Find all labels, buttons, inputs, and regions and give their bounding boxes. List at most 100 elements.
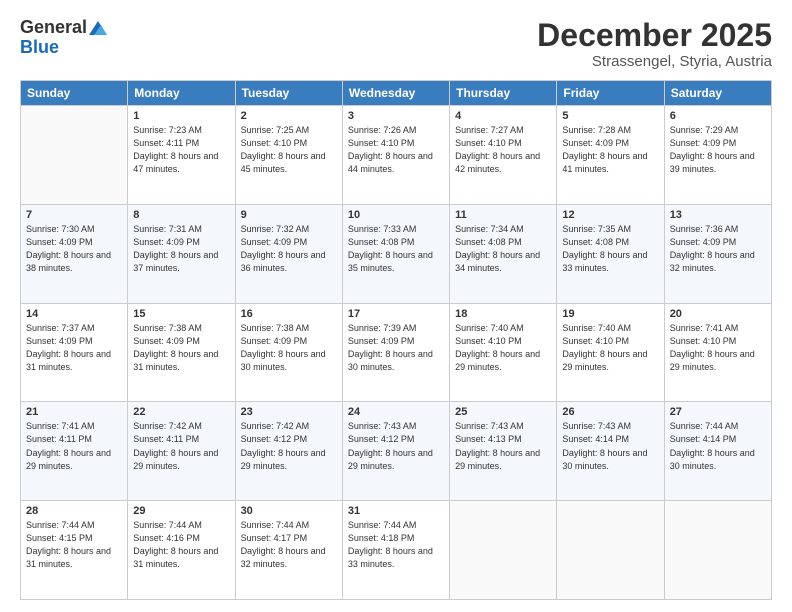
calendar-cell: 7Sunrise: 7:30 AMSunset: 4:09 PMDaylight… — [21, 204, 128, 303]
day-number: 17 — [348, 308, 444, 320]
day-number: 23 — [241, 406, 337, 418]
day-number: 12 — [562, 209, 658, 221]
day-number: 9 — [241, 209, 337, 221]
weekday-header-row: SundayMondayTuesdayWednesdayThursdayFrid… — [21, 81, 772, 106]
title-block: December 2025 Strassengel, Styria, Austr… — [537, 18, 772, 70]
day-info: Sunrise: 7:34 AMSunset: 4:08 PMDaylight:… — [455, 223, 551, 275]
calendar-cell: 13 Sunrise: 7:36 AMSunset: 4:09 PMDayligh… — [664, 204, 771, 303]
day-info: Sunrise: 7:32 AMSunset: 4:09 PMDaylight:… — [241, 223, 337, 275]
day-number: 6 — [670, 110, 766, 122]
calendar-table: SundayMondayTuesdayWednesdayThursdayFrid… — [20, 80, 772, 600]
day-info: Sunrise: 7:44 AMSunset: 4:18 PMDaylight:… — [348, 519, 444, 571]
day-info: Sunrise: 7:28 AMSunset: 4:09 PMDaylight:… — [562, 124, 658, 176]
calendar-cell: 15 Sunrise: 7:38 AMSunset: 4:09 PMDayligh… — [128, 303, 235, 402]
day-number: 21 — [26, 406, 122, 418]
day-info: Sunrise: 7:33 AMSunset: 4:08 PMDaylight:… — [348, 223, 444, 275]
calendar-cell: 18Sunrise: 7:40 AMSunset: 4:10 PMDayligh… — [450, 303, 557, 402]
calendar-cell: 1 Sunrise: 7:23 AMSunset: 4:11 PMDaylight… — [128, 106, 235, 205]
day-number: 10 — [348, 209, 444, 221]
day-info: Sunrise: 7:37 AMSunset: 4:09 PMDaylight:… — [26, 322, 122, 374]
day-info: Sunrise: 7:36 AMSunset: 4:09 PMDaylight:… — [670, 223, 766, 275]
day-number: 19 — [562, 308, 658, 320]
calendar-cell: 28 Sunrise: 7:44 AMSunset: 4:15 PMDayligh… — [21, 501, 128, 600]
weekday-header-sunday: Sunday — [21, 81, 128, 106]
calendar-cell: 20 Sunrise: 7:41 AMSunset: 4:10 PMDayligh… — [664, 303, 771, 402]
calendar-cell — [450, 501, 557, 600]
calendar-cell: 30Sunrise: 7:44 AMSunset: 4:17 PMDayligh… — [235, 501, 342, 600]
day-info: Sunrise: 7:44 AMSunset: 4:16 PMDaylight:… — [133, 519, 229, 571]
day-info: Sunrise: 7:23 AMSunset: 4:11 PMDaylight:… — [133, 124, 229, 176]
weekday-header-tuesday: Tuesday — [235, 81, 342, 106]
calendar-cell: 5 Sunrise: 7:28 AMSunset: 4:09 PMDaylight… — [557, 106, 664, 205]
weekday-header-wednesday: Wednesday — [342, 81, 449, 106]
day-number: 25 — [455, 406, 551, 418]
day-info: Sunrise: 7:42 AMSunset: 4:12 PMDaylight:… — [241, 420, 337, 472]
day-info: Sunrise: 7:44 AMSunset: 4:14 PMDaylight:… — [670, 420, 766, 472]
day-info: Sunrise: 7:27 AMSunset: 4:10 PMDaylight:… — [455, 124, 551, 176]
day-number: 20 — [670, 308, 766, 320]
calendar-cell: 4 Sunrise: 7:27 AMSunset: 4:10 PMDaylight… — [450, 106, 557, 205]
calendar-cell: 6 Sunrise: 7:29 AMSunset: 4:09 PMDaylight… — [664, 106, 771, 205]
logo-icon — [89, 21, 107, 35]
calendar-cell: 27Sunrise: 7:44 AMSunset: 4:14 PMDayligh… — [664, 402, 771, 501]
day-info: Sunrise: 7:41 AMSunset: 4:10 PMDaylight:… — [670, 322, 766, 374]
day-info: Sunrise: 7:26 AMSunset: 4:10 PMDaylight:… — [348, 124, 444, 176]
calendar-cell — [21, 106, 128, 205]
calendar-cell: 19 Sunrise: 7:40 AMSunset: 4:10 PMDayligh… — [557, 303, 664, 402]
weekday-header-thursday: Thursday — [450, 81, 557, 106]
logo-blue-text: Blue — [20, 38, 107, 58]
day-number: 8 — [133, 209, 229, 221]
day-info: Sunrise: 7:39 AMSunset: 4:09 PMDaylight:… — [348, 322, 444, 374]
calendar-cell: 17 Sunrise: 7:39 AMSunset: 4:09 PMDayligh… — [342, 303, 449, 402]
day-info: Sunrise: 7:43 AMSunset: 4:14 PMDaylight:… — [562, 420, 658, 472]
day-info: Sunrise: 7:44 AMSunset: 4:15 PMDaylight:… — [26, 519, 122, 571]
day-info: Sunrise: 7:40 AMSunset: 4:10 PMDaylight:… — [562, 322, 658, 374]
day-number: 28 — [26, 505, 122, 517]
calendar-cell: 26 Sunrise: 7:43 AMSunset: 4:14 PMDayligh… — [557, 402, 664, 501]
day-number: 4 — [455, 110, 551, 122]
day-info: Sunrise: 7:31 AMSunset: 4:09 PMDaylight:… — [133, 223, 229, 275]
day-info: Sunrise: 7:40 AMSunset: 4:10 PMDaylight:… — [455, 322, 551, 374]
week-row-4: 21 Sunrise: 7:41 AMSunset: 4:11 PMDayligh… — [21, 402, 772, 501]
day-number: 5 — [562, 110, 658, 122]
day-number: 15 — [133, 308, 229, 320]
logo-general-text: General — [20, 18, 87, 38]
day-number: 3 — [348, 110, 444, 122]
day-number: 29 — [133, 505, 229, 517]
calendar-cell: 2Sunrise: 7:25 AMSunset: 4:10 PMDaylight… — [235, 106, 342, 205]
day-number: 26 — [562, 406, 658, 418]
day-number: 13 — [670, 209, 766, 221]
day-info: Sunrise: 7:42 AMSunset: 4:11 PMDaylight:… — [133, 420, 229, 472]
day-number: 22 — [133, 406, 229, 418]
day-info: Sunrise: 7:41 AMSunset: 4:11 PMDaylight:… — [26, 420, 122, 472]
calendar-cell: 29 Sunrise: 7:44 AMSunset: 4:16 PMDayligh… — [128, 501, 235, 600]
calendar-cell: 8 Sunrise: 7:31 AMSunset: 4:09 PMDaylight… — [128, 204, 235, 303]
week-row-1: 1 Sunrise: 7:23 AMSunset: 4:11 PMDaylight… — [21, 106, 772, 205]
header: General Blue December 2025 Strassengel, … — [20, 18, 772, 70]
day-number: 31 — [348, 505, 444, 517]
day-info: Sunrise: 7:30 AMSunset: 4:09 PMDaylight:… — [26, 223, 122, 275]
day-number: 16 — [241, 308, 337, 320]
day-info: Sunrise: 7:38 AMSunset: 4:09 PMDaylight:… — [133, 322, 229, 374]
day-number: 11 — [455, 209, 551, 221]
day-number: 24 — [348, 406, 444, 418]
day-number: 1 — [133, 110, 229, 122]
week-row-5: 28 Sunrise: 7:44 AMSunset: 4:15 PMDayligh… — [21, 501, 772, 600]
weekday-header-friday: Friday — [557, 81, 664, 106]
calendar-cell: 12 Sunrise: 7:35 AMSunset: 4:08 PMDayligh… — [557, 204, 664, 303]
calendar-cell: 11 Sunrise: 7:34 AMSunset: 4:08 PMDayligh… — [450, 204, 557, 303]
day-info: Sunrise: 7:44 AMSunset: 4:17 PMDaylight:… — [241, 519, 337, 571]
location: Strassengel, Styria, Austria — [537, 53, 772, 70]
day-info: Sunrise: 7:43 AMSunset: 4:12 PMDaylight:… — [348, 420, 444, 472]
calendar-cell: 14 Sunrise: 7:37 AMSunset: 4:09 PMDayligh… — [21, 303, 128, 402]
day-info: Sunrise: 7:38 AMSunset: 4:09 PMDaylight:… — [241, 322, 337, 374]
day-number: 14 — [26, 308, 122, 320]
weekday-header-monday: Monday — [128, 81, 235, 106]
day-info: Sunrise: 7:29 AMSunset: 4:09 PMDaylight:… — [670, 124, 766, 176]
calendar-cell — [557, 501, 664, 600]
calendar-cell: 9 Sunrise: 7:32 AMSunset: 4:09 PMDaylight… — [235, 204, 342, 303]
weekday-header-saturday: Saturday — [664, 81, 771, 106]
calendar-cell: 24 Sunrise: 7:43 AMSunset: 4:12 PMDayligh… — [342, 402, 449, 501]
week-row-3: 14 Sunrise: 7:37 AMSunset: 4:09 PMDayligh… — [21, 303, 772, 402]
day-info: Sunrise: 7:35 AMSunset: 4:08 PMDaylight:… — [562, 223, 658, 275]
